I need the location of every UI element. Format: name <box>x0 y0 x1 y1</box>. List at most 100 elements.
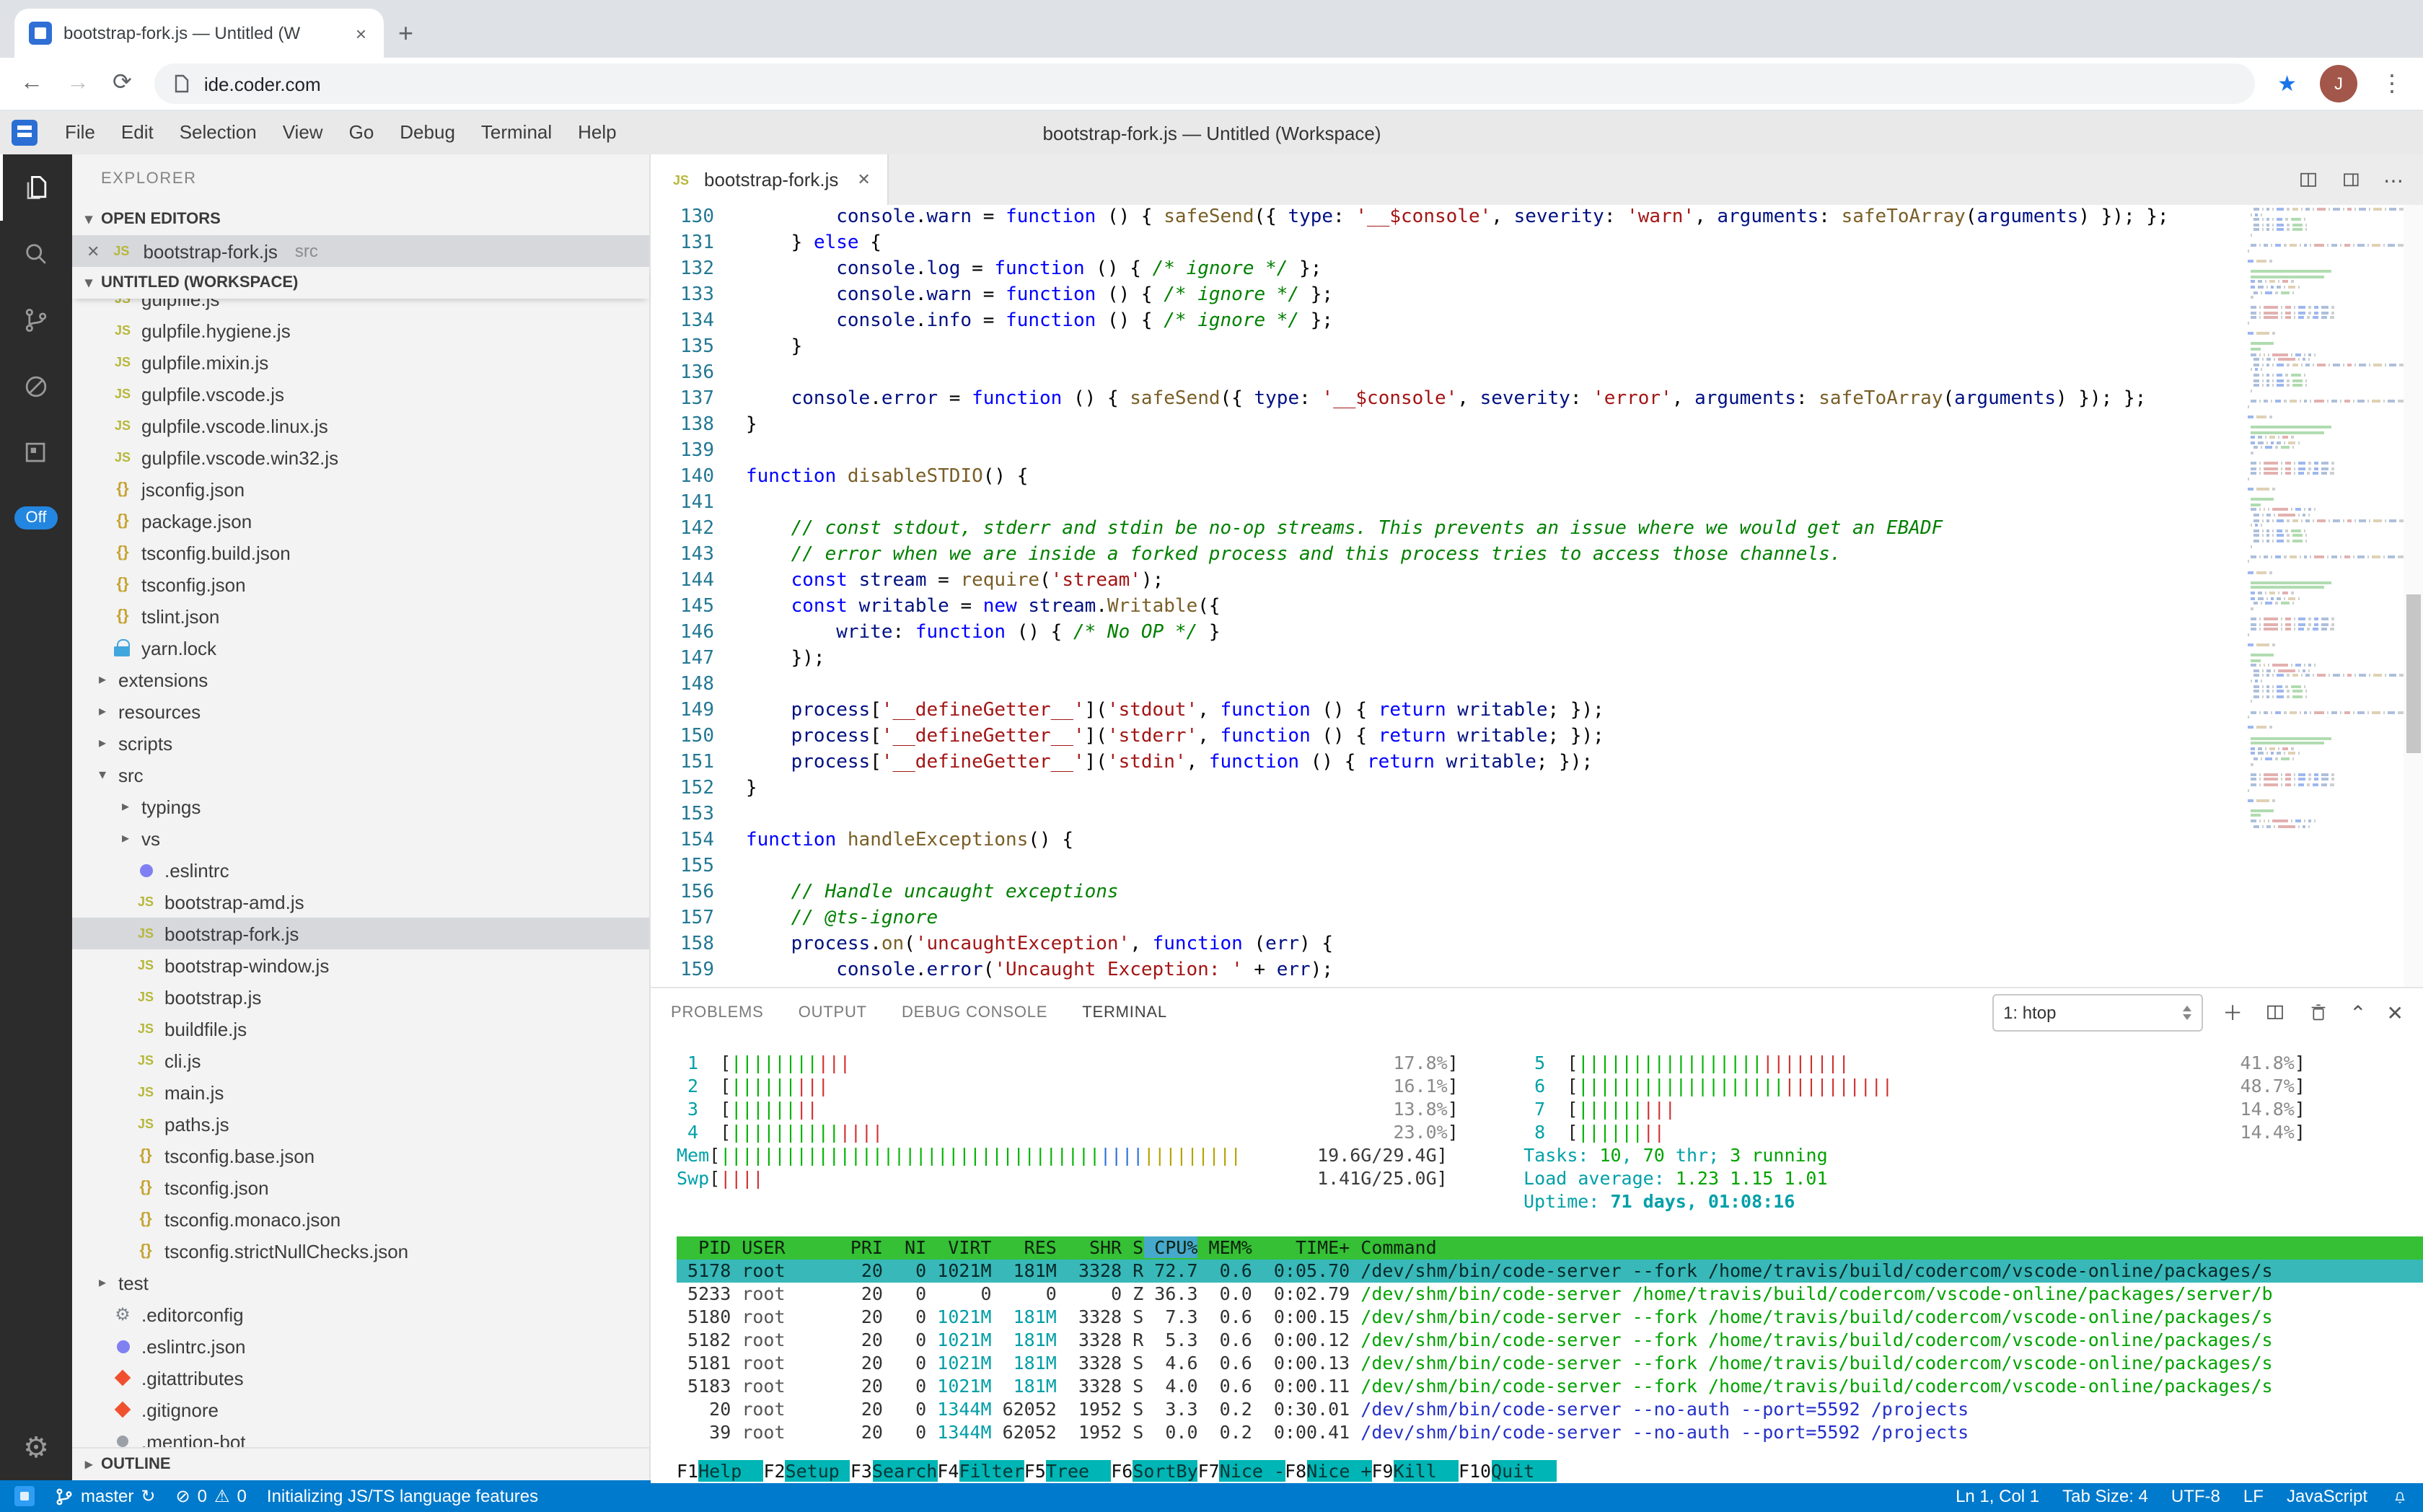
open-editors-header[interactable]: ▾ OPEN EDITORS <box>72 203 649 235</box>
tree-file-.eslintrc[interactable]: .eslintrc <box>72 854 649 886</box>
tree-file-tsconfig.base.json[interactable]: {}tsconfig.base.json <box>72 1140 649 1172</box>
app-logo-icon[interactable] <box>12 120 38 146</box>
menu-debug[interactable]: Debug <box>387 121 468 143</box>
tree-folder-extensions[interactable]: ▸extensions <box>72 664 649 695</box>
menu-go[interactable]: Go <box>336 121 387 143</box>
panel-tab-debug-console[interactable]: DEBUG CONSOLE <box>902 988 1047 1038</box>
trash-icon[interactable] <box>2306 1001 2329 1024</box>
browser-menu-icon[interactable]: ⋮ <box>2380 69 2404 98</box>
menu-help[interactable]: Help <box>565 121 630 143</box>
tree-file-gulpfile.vscode.linux.js[interactable]: JSgulpfile.vscode.linux.js <box>72 410 649 441</box>
panel-tab-terminal[interactable]: TERMINAL <box>1082 988 1167 1038</box>
workspace-header[interactable]: ▾ UNTITLED (WORKSPACE) <box>72 267 649 299</box>
layout-icon[interactable] <box>2340 168 2363 191</box>
outline-header[interactable]: ▸ OUTLINE <box>72 1447 649 1480</box>
maximize-panel-icon[interactable]: ⌃ <box>2349 1003 2366 1023</box>
search-icon[interactable] <box>0 221 72 287</box>
tree-file-gulpfile.vscode.js[interactable]: JSgulpfile.vscode.js <box>72 378 649 410</box>
source-control-icon[interactable] <box>0 287 72 353</box>
tree-file-.eslintrc.json[interactable]: .eslintrc.json <box>72 1330 649 1362</box>
scrollbar-thumb[interactable] <box>2406 594 2421 753</box>
terminal-select[interactable]: 1: htop <box>1992 994 2202 1032</box>
tree-folder-vs[interactable]: ▸vs <box>72 822 649 854</box>
new-tab-button[interactable]: + <box>398 19 413 49</box>
tree-file-yarn.lock[interactable]: yarn.lock <box>72 632 649 664</box>
problems-item[interactable]: ⊘ 0 ⚠ 0 <box>176 1486 247 1506</box>
bookmark-star-icon[interactable]: ★ <box>2277 71 2297 97</box>
extensions-icon[interactable] <box>0 420 72 486</box>
code-line-158: 158 process.on('uncaughtException', func… <box>651 932 2248 958</box>
cursor-position[interactable]: Ln 1, Col 1 <box>1956 1486 2039 1506</box>
tree-folder-resources[interactable]: ▸resources <box>72 695 649 727</box>
tree-file-tsconfig.json[interactable]: {}tsconfig.json <box>72 1172 649 1203</box>
tree-file-cli.js[interactable]: JScli.js <box>72 1045 649 1076</box>
tree-file-.gitignore[interactable]: .gitignore <box>72 1394 649 1425</box>
tree-file-bootstrap-amd.js[interactable]: JSbootstrap-amd.js <box>72 886 649 918</box>
tree-file-gulpfile.hygiene.js[interactable]: JSgulpfile.hygiene.js <box>72 315 649 346</box>
remote-indicator-icon[interactable] <box>14 1486 35 1506</box>
tab-close-icon[interactable]: ✕ <box>857 170 870 189</box>
settings-gear-icon[interactable]: ⚙ <box>23 1430 49 1466</box>
tree-file-buildfile.js[interactable]: JSbuildfile.js <box>72 1013 649 1045</box>
more-actions-icon[interactable]: ⋯ <box>2383 170 2404 190</box>
tree-file-.gitattributes[interactable]: .gitattributes <box>72 1362 649 1394</box>
editor-scrollbar[interactable] <box>2404 205 2423 987</box>
debug-disabled-icon[interactable] <box>0 353 72 420</box>
new-terminal-icon[interactable]: ＋ <box>2222 1003 2243 1023</box>
code-editor[interactable]: 130 console.warn = function () { safeSen… <box>651 205 2248 987</box>
tree-folder-test[interactable]: ▸test <box>72 1267 649 1298</box>
eol[interactable]: LF <box>2243 1486 2264 1506</box>
terminal-line: 39 root 20 0 1344M 62052 1952 S 0.0 0.2 … <box>677 1421 2423 1444</box>
menu-terminal[interactable]: Terminal <box>468 121 565 143</box>
tree-file-bootstrap.js[interactable]: JSbootstrap.js <box>72 981 649 1013</box>
avatar[interactable]: J <box>2320 65 2357 102</box>
tree-file-tsconfig.strictNullChecks.json[interactable]: {}tsconfig.strictNullChecks.json <box>72 1235 649 1267</box>
menu-file[interactable]: File <box>52 121 108 143</box>
reload-icon[interactable]: ⟳ <box>113 72 132 95</box>
close-icon[interactable]: ✕ <box>87 242 100 260</box>
tree-file-bootstrap-fork.js[interactable]: JSbootstrap-fork.js <box>72 918 649 949</box>
panel-tab-output[interactable]: OUTPUT <box>799 988 867 1038</box>
tree-file-gulpfile.vscode.win32.js[interactable]: JSgulpfile.vscode.win32.js <box>72 441 649 473</box>
tree-file-jsconfig.json[interactable]: {}jsconfig.json <box>72 473 649 505</box>
tree-file-main.js[interactable]: JSmain.js <box>72 1076 649 1108</box>
telemetry-off-badge[interactable]: Off <box>14 506 58 529</box>
tree-file-package.json[interactable]: {}package.json <box>72 505 649 537</box>
tree-file-paths.js[interactable]: JSpaths.js <box>72 1108 649 1140</box>
forward-icon[interactable]: → <box>66 72 89 95</box>
htop-function-key-bar[interactable]: F1Help F2Setup F3SearchF4FilterF5Tree F6… <box>677 1460 2423 1483</box>
panel-tab-problems[interactable]: PROBLEMS <box>671 988 764 1038</box>
tree-file-gulpfile.js[interactable]: JSgulpfile.js <box>72 299 649 315</box>
menu-view[interactable]: View <box>270 121 336 143</box>
tree-file-tsconfig.json[interactable]: {}tsconfig.json <box>72 568 649 600</box>
tree-folder-typings[interactable]: ▸typings <box>72 791 649 822</box>
tree-file-bootstrap-window.js[interactable]: JSbootstrap-window.js <box>72 949 649 981</box>
terminal[interactable]: 1 [||||||||||| 17.8%] 5 [|||||||||||||||… <box>651 1037 2423 1483</box>
tree-file-tsconfig.monaco.json[interactable]: {}tsconfig.monaco.json <box>72 1203 649 1235</box>
back-icon[interactable]: ← <box>20 72 43 95</box>
tree-folder-scripts[interactable]: ▸scripts <box>72 727 649 759</box>
tab-size[interactable]: Tab Size: 4 <box>2062 1486 2148 1506</box>
language-mode[interactable]: JavaScript <box>2287 1486 2367 1506</box>
tree-file-.editorconfig[interactable]: ⚙.editorconfig <box>72 1298 649 1330</box>
minimap[interactable] <box>2248 205 2404 987</box>
encoding[interactable]: UTF-8 <box>2171 1486 2220 1506</box>
split-terminal-icon[interactable] <box>2263 1001 2286 1024</box>
tree-file-.mention-bot[interactable]: .mention-bot <box>72 1425 649 1447</box>
browser-tab[interactable]: bootstrap-fork.js — Untitled (W × <box>14 9 384 58</box>
tree-file-tslint.json[interactable]: {}tslint.json <box>72 600 649 632</box>
explorer-icon[interactable] <box>0 154 72 221</box>
tree-file-tsconfig.build.json[interactable]: {}tsconfig.build.json <box>72 537 649 568</box>
address-bar[interactable]: ide.coder.com <box>155 63 2254 104</box>
tree-file-gulpfile.mixin.js[interactable]: JSgulpfile.mixin.js <box>72 346 649 378</box>
tree-folder-src[interactable]: ▾src <box>72 759 649 791</box>
menu-edit[interactable]: Edit <box>108 121 167 143</box>
split-editor-icon[interactable] <box>2297 168 2320 191</box>
git-branch-item[interactable]: master ↻ <box>55 1486 156 1506</box>
open-editor-item[interactable]: ✕ JS bootstrap-fork.js src <box>72 235 649 267</box>
editor-tab[interactable]: JS bootstrap-fork.js ✕ <box>651 154 889 205</box>
tab-close-icon[interactable]: × <box>353 22 369 44</box>
close-panel-icon[interactable]: ✕ <box>2387 1003 2404 1023</box>
notifications-bell-icon[interactable] <box>2391 1487 2409 1506</box>
menu-selection[interactable]: Selection <box>167 121 270 143</box>
